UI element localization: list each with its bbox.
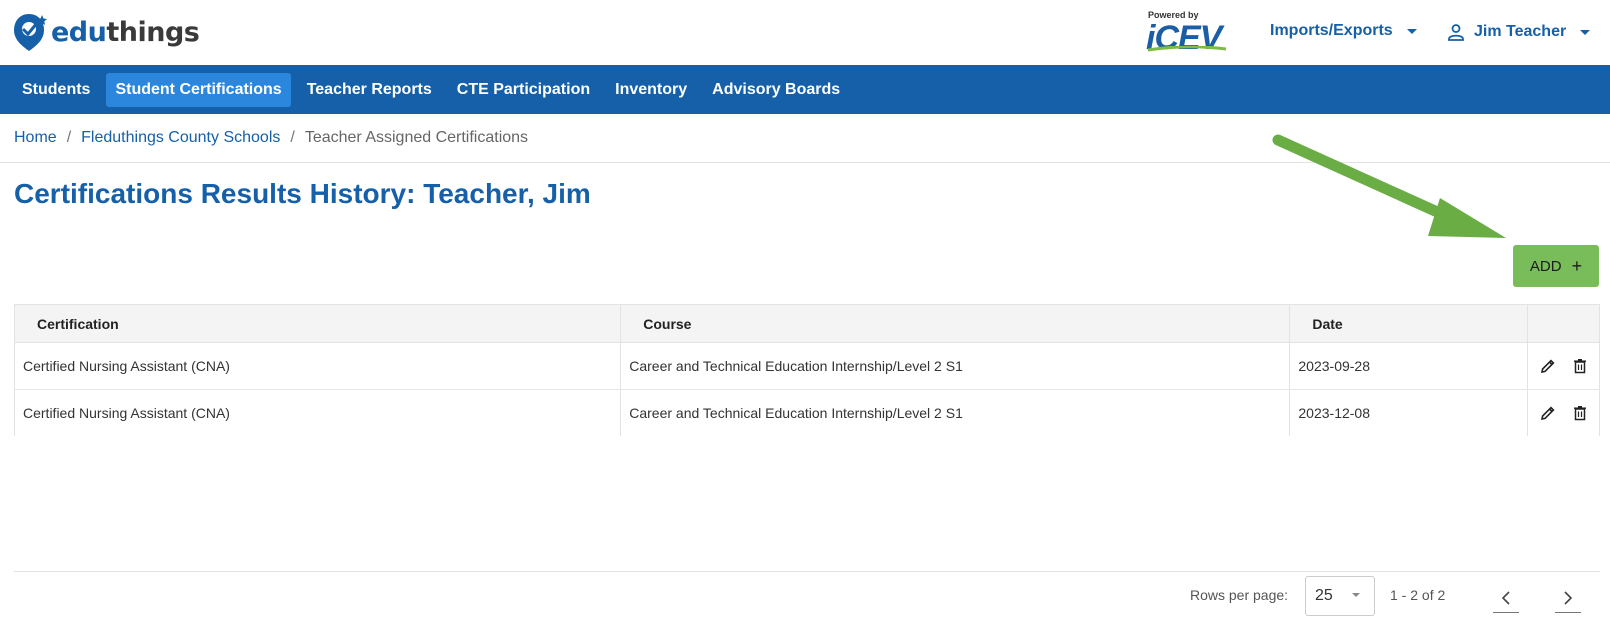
annotation-arrow-icon bbox=[1272, 134, 1506, 238]
breadcrumb-separator: / bbox=[290, 129, 295, 146]
caret-down-icon bbox=[1580, 29, 1591, 35]
delete-icon[interactable] bbox=[1571, 404, 1589, 422]
breadcrumb-home[interactable]: Home bbox=[14, 129, 57, 147]
eduthings-logo[interactable]: eduthings bbox=[13, 12, 200, 52]
table-row: Certified Nursing Assistant (CNA) Career… bbox=[14, 390, 1600, 436]
nav-students[interactable]: Students bbox=[13, 73, 99, 107]
cell-certification: Certified Nursing Assistant (CNA) bbox=[15, 390, 622, 436]
table-header: Certification Course Date bbox=[14, 304, 1600, 343]
rows-per-page-label: Rows per page: bbox=[1190, 587, 1289, 603]
breadcrumb-current: Teacher Assigned Certifications bbox=[304, 129, 529, 146]
certifications-table: Certification Course Date Certified Nurs… bbox=[14, 304, 1600, 436]
cell-actions bbox=[1528, 343, 1599, 389]
pagination-range: 1 - 2 of 2 bbox=[1390, 587, 1446, 603]
edit-icon[interactable] bbox=[1539, 404, 1557, 422]
add-button-label: ADD bbox=[1529, 257, 1562, 275]
logo-text-things: things bbox=[106, 16, 200, 48]
cell-date: 2023-12-08 bbox=[1290, 390, 1529, 436]
nav-inventory[interactable]: Inventory bbox=[606, 73, 696, 107]
breadcrumb-district[interactable]: Fleduthings County Schools bbox=[81, 129, 280, 147]
user-name-label: Jim Teacher bbox=[1474, 23, 1567, 40]
main-nav: Students Student Certifications Teacher … bbox=[0, 65, 1610, 114]
logo-text-edu: edu bbox=[51, 16, 107, 48]
breadcrumb-separator: / bbox=[66, 129, 72, 146]
imports-exports-label: Imports/Exports bbox=[1270, 22, 1393, 39]
previous-page-button[interactable] bbox=[1493, 583, 1519, 613]
footer-divider bbox=[14, 571, 1600, 572]
header-certification[interactable]: Certification bbox=[15, 305, 622, 342]
breadcrumb: Home / Fleduthings County Schools / Teac… bbox=[14, 129, 528, 147]
cell-actions bbox=[1528, 390, 1599, 436]
caret-down-icon bbox=[1406, 28, 1417, 34]
chevron-left-icon bbox=[1501, 590, 1510, 605]
edit-icon[interactable] bbox=[1539, 357, 1557, 375]
nav-advisory-boards[interactable]: Advisory Boards bbox=[703, 73, 849, 107]
icev-swoosh-icon bbox=[1147, 46, 1227, 52]
eduthings-logo-icon bbox=[14, 14, 47, 51]
imports-exports-menu[interactable]: Imports/Exports bbox=[1270, 22, 1417, 40]
nav-teacher-reports[interactable]: Teacher Reports bbox=[298, 73, 441, 107]
chevron-right-icon bbox=[1564, 590, 1573, 605]
cell-date: 2023-09-28 bbox=[1290, 343, 1529, 389]
cell-course: Career and Technical Education Internshi… bbox=[621, 390, 1291, 436]
delete-icon[interactable] bbox=[1571, 357, 1589, 375]
add-button[interactable]: ADD + bbox=[1513, 245, 1599, 287]
page-title: Certifications Results History: Teacher,… bbox=[14, 178, 591, 209]
icev-brand-text: iCEV bbox=[1146, 19, 1222, 57]
cell-course: Career and Technical Education Internshi… bbox=[621, 343, 1291, 389]
top-bar: eduthings Powered by iCEV Imports/Export… bbox=[0, 0, 1610, 65]
header-date[interactable]: Date bbox=[1290, 305, 1529, 342]
cell-certification: Certified Nursing Assistant (CNA) bbox=[15, 343, 622, 389]
nav-cte-participation[interactable]: CTE Participation bbox=[448, 73, 599, 107]
next-page-button[interactable] bbox=[1555, 583, 1581, 613]
eduthings-logo-text: eduthings bbox=[51, 16, 200, 48]
icev-logo: Powered by iCEV bbox=[1146, 10, 1230, 57]
rows-per-page-select[interactable]: 25 bbox=[1305, 576, 1375, 616]
plus-icon: + bbox=[1571, 255, 1583, 276]
rows-per-page-value: 25 bbox=[1315, 587, 1333, 604]
nav-student-certifications[interactable]: Student Certifications bbox=[106, 72, 291, 107]
caret-down-icon bbox=[1352, 593, 1360, 597]
header-course[interactable]: Course bbox=[621, 305, 1291, 342]
user-menu[interactable]: Jim Teacher bbox=[1446, 22, 1591, 42]
header-actions bbox=[1528, 305, 1599, 342]
table-row: Certified Nursing Assistant (CNA) Career… bbox=[14, 343, 1600, 390]
user-icon bbox=[1448, 24, 1464, 41]
